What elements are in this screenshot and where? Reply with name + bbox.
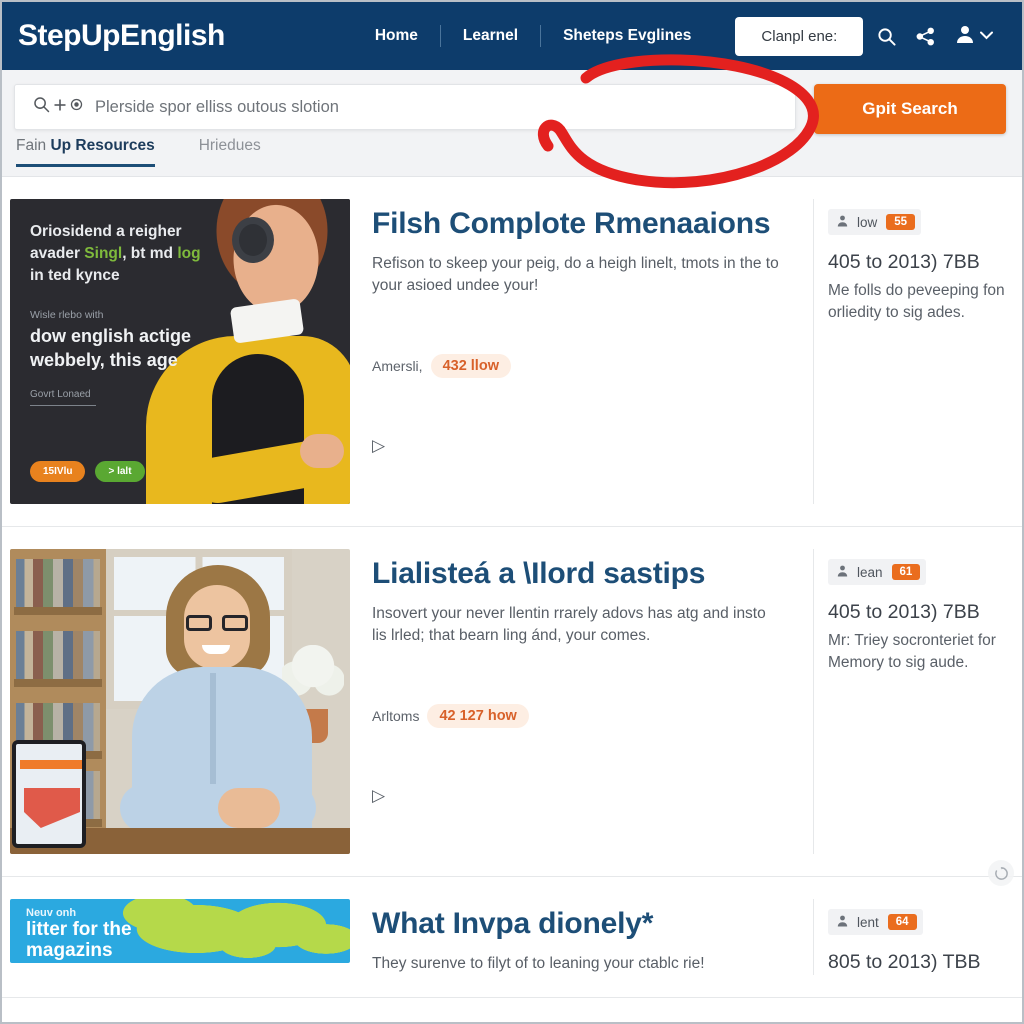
chevron-down-icon <box>980 27 994 45</box>
result-description: Refison to skeep your peig, do a heigh l… <box>372 254 779 295</box>
person-icon <box>837 915 848 929</box>
person-icon <box>837 565 848 579</box>
header-icon-group <box>877 24 994 49</box>
account-icon <box>955 24 975 49</box>
result-meta-label: Amersli, <box>372 357 423 374</box>
thumb-overlay-text: Neuv onh litter for the magazins <box>26 907 132 962</box>
result-meta-label: Arltoms <box>372 707 420 724</box>
thumb-tablet-bar <box>20 760 82 769</box>
thumb-headline: Oriosidend a reigher avader Singl, bt md… <box>30 221 208 287</box>
result-title[interactable]: What Invpa dionely* <box>372 907 783 941</box>
tab-hriedues[interactable]: Hriedues <box>199 137 261 164</box>
glasses-icon <box>186 615 248 631</box>
plus-icon <box>53 98 67 117</box>
loading-icon <box>988 860 1014 886</box>
badge-label: lent <box>857 914 879 930</box>
result-aside: low 55 405 to 2013) 7BB Me folls do peve… <box>814 199 1022 504</box>
person-icon <box>837 215 848 229</box>
search-input-icons <box>33 96 83 118</box>
thumb-big-text-a: litter for the <box>26 919 132 940</box>
result-thumbnail[interactable] <box>10 549 350 854</box>
result-aside: lent 64 805 to 2013) TBB <box>814 899 1022 975</box>
thumb-pill-orange: 15IVlu <box>30 461 86 482</box>
nav-item-sheteps-evglines[interactable]: Sheteps Evglines <box>541 27 713 45</box>
thumb-hands <box>218 788 280 828</box>
result-title[interactable]: Lialisteá a \Ilord sastips <box>372 557 783 591</box>
result-thumbnail[interactable]: Oriosidend a reigher avader Singl, bt md… <box>10 199 350 504</box>
thumb-rule <box>30 404 96 406</box>
thumb-overlay-text: Oriosidend a reigher avader Singl, bt md… <box>30 221 208 406</box>
target-icon <box>70 98 83 116</box>
tab-prefix: Fain <box>16 137 51 154</box>
thumb-hand <box>300 434 344 468</box>
result-thumbnail[interactable]: Neuv onh litter for the magazins <box>10 899 350 963</box>
result-meta-chip: 42 127 how <box>427 703 529 728</box>
tab-label: Up Resources <box>50 137 155 154</box>
badge-count: 64 <box>887 914 917 930</box>
thumb-headline-d: in ted kynce <box>30 267 120 284</box>
badge-count: 55 <box>886 214 916 230</box>
results-list: Oriosidend a reigher avader Singl, bt md… <box>2 177 1022 999</box>
search-input[interactable]: Plerside spor elliss outous slotion <box>14 84 796 130</box>
thumb-headline-b: , bt md <box>122 245 173 262</box>
result-body: What Invpa dionely* They surenve to fily… <box>350 899 814 976</box>
aside-heading: 405 to 2013) 7BB <box>828 601 980 623</box>
result-meta-row: Arltoms 42 127 how <box>372 703 783 728</box>
aside-heading: 405 to 2013) 7BB <box>828 251 980 273</box>
thumb-footer-text: Govrt Lonaed <box>30 388 91 400</box>
header-cta-button[interactable]: Clanpl ene: <box>735 16 864 56</box>
status-badge: lean 61 <box>828 559 927 585</box>
result-card[interactable]: Neuv onh litter for the magazins What In… <box>2 877 1022 999</box>
search-icon <box>33 96 50 118</box>
page-root: StepUpEnglish Home Learnel Sheteps Evgli… <box>0 0 1024 1024</box>
result-meta-chip: 432 llow <box>430 353 511 378</box>
search-icon[interactable] <box>877 27 896 46</box>
status-badge: lent 64 <box>828 909 923 935</box>
aside-heading: 805 to 2013) TBB <box>828 951 981 973</box>
result-card[interactable]: Oriosidend a reigher avader Singl, bt md… <box>2 177 1022 527</box>
badge-count: 61 <box>891 564 921 580</box>
thumb-small-text: Neuv onh <box>26 907 77 919</box>
result-aside: lean 61 405 to 2013) 7BB Mr: Triey socro… <box>814 549 1022 854</box>
results-tabs: Fain Up Resources Hriedues <box>2 137 1022 177</box>
badge-label: low <box>857 214 878 230</box>
thumb-big-text-b: magazins <box>26 940 113 962</box>
result-card[interactable]: Lialisteá a \Ilord sastips Insovert your… <box>2 527 1022 877</box>
headphones-icon <box>232 217 274 263</box>
thumb-headline-green: Singl <box>84 245 123 262</box>
primary-nav: Home Learnel Sheteps Evglines Clanpl ene… <box>353 16 864 56</box>
thumb-headline-c: log <box>177 245 201 262</box>
result-description: They surenve to filyt of to leaning your… <box>372 954 705 972</box>
result-body: Lialisteá a \Ilord sastips Insovert your… <box>350 549 814 854</box>
site-header: StepUpEnglish Home Learnel Sheteps Evgli… <box>2 2 1022 70</box>
thumb-big-text: dow english actige webbely, this age <box>30 326 192 370</box>
nav-item-home[interactable]: Home <box>353 27 440 45</box>
badge-label: lean <box>857 564 883 580</box>
thumb-pill-green: > lalt <box>95 461 145 482</box>
thumb-small-text: Wisle rlebo with <box>30 309 104 321</box>
result-meta-row: Amersli, 432 llow <box>372 353 783 378</box>
result-body: Filsh Complote Rmenaaions Refison to ske… <box>350 199 814 504</box>
result-description: Insovert your never llentin rrarely adov… <box>372 604 766 645</box>
share-icon[interactable] <box>916 27 935 46</box>
nav-item-learnel[interactable]: Learnel <box>441 27 540 45</box>
tab-up-resources[interactable]: Fain Up Resources <box>16 137 155 167</box>
aside-note: Mr: Triey socronteriet for Memory to sig… <box>828 632 996 672</box>
thumb-pill-group: 15IVlu > lalt <box>30 461 145 482</box>
aside-note: Me folls do peveeping fon orliedity to s… <box>828 282 1005 322</box>
thumb-tablet <box>12 740 86 848</box>
search-placeholder-text: Plerside spor elliss outous slotion <box>95 97 339 116</box>
submit-search-button[interactable]: Gpit Search <box>814 84 1006 134</box>
status-badge: low 55 <box>828 209 922 235</box>
play-icon[interactable]: ▷ <box>372 786 783 806</box>
result-title[interactable]: Filsh Complote Rmenaaions <box>372 207 783 241</box>
search-bar-section: Plerside spor elliss outous slotion Gpit… <box>2 70 1022 137</box>
site-logo[interactable]: StepUpEnglish <box>18 19 225 53</box>
account-menu[interactable] <box>955 24 994 49</box>
play-icon[interactable]: ▷ <box>372 436 783 456</box>
